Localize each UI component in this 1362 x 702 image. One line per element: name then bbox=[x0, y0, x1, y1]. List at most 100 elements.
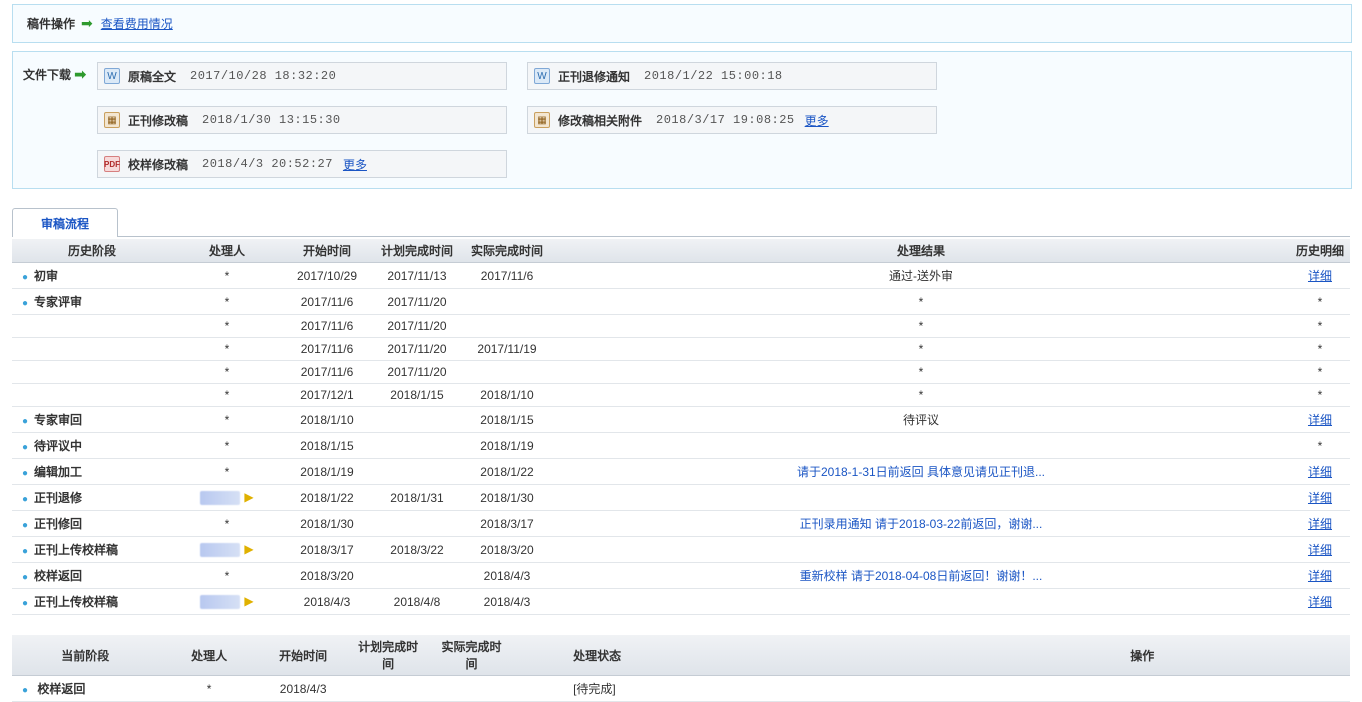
file-item[interactable]: W原稿全文2017/10/28 18:32:20 bbox=[97, 62, 507, 90]
detail-link[interactable]: 详细 bbox=[1308, 465, 1332, 479]
actual-cell: 2018/1/19 bbox=[462, 433, 552, 459]
table-row: *2017/11/62017/11/20** bbox=[12, 315, 1350, 338]
stage-label: 待评议中 bbox=[34, 439, 82, 453]
result-cell: * bbox=[552, 338, 1290, 361]
bullet-icon: ● bbox=[22, 298, 28, 309]
detail-cell: 详细 bbox=[1290, 589, 1350, 615]
detail-link[interactable]: 详细 bbox=[1308, 543, 1332, 557]
detail-cell: 详细 bbox=[1290, 511, 1350, 537]
start-cell: 2018/4/3 bbox=[282, 589, 372, 615]
plan-cell: 2017/11/20 bbox=[372, 315, 462, 338]
result-cell bbox=[552, 485, 1290, 511]
stage-label: 专家审回 bbox=[34, 413, 82, 427]
detail-cell: * bbox=[1290, 315, 1350, 338]
handler-cell: ▶ bbox=[172, 589, 282, 615]
word-file-icon: W bbox=[534, 68, 550, 84]
file-name: 修改稿相关附件 bbox=[558, 112, 642, 129]
file-more-link[interactable]: 更多 bbox=[805, 112, 829, 129]
th-cur-actual: 实际完成时间 bbox=[430, 635, 513, 676]
file-item[interactable]: PDF校样修改稿2018/4/3 20:52:27更多 bbox=[97, 150, 507, 178]
actual-cell bbox=[462, 315, 552, 338]
detail-cell: 详细 bbox=[1290, 485, 1350, 511]
handler-redacted bbox=[200, 543, 240, 557]
detail-cell: * bbox=[1290, 361, 1350, 384]
arrow-right-icon: ➡ bbox=[74, 66, 86, 82]
handler-cell: * bbox=[172, 511, 282, 537]
stage-label: 正刊修回 bbox=[34, 517, 82, 531]
table-row: *2017/11/62017/11/20** bbox=[12, 361, 1350, 384]
file-download-panel: 文件下载 ➡ W原稿全文2017/10/28 18:32:20▦正刊修改稿201… bbox=[12, 51, 1352, 189]
start-cell: 2018/1/22 bbox=[282, 485, 372, 511]
bullet-icon: ● bbox=[22, 442, 28, 453]
file-name: 校样修改稿 bbox=[128, 156, 188, 173]
play-icon[interactable]: ▶ bbox=[244, 542, 253, 556]
detail-link[interactable]: 详细 bbox=[1308, 595, 1332, 609]
start-cell: 2018/1/15 bbox=[282, 433, 372, 459]
play-icon[interactable]: ▶ bbox=[244, 490, 253, 504]
tab-review-process[interactable]: 审稿流程 bbox=[12, 208, 118, 237]
detail-link[interactable]: 详细 bbox=[1308, 269, 1332, 283]
table-row: ●正刊修回*2018/1/302018/3/17正刊录用通知 请于2018-03… bbox=[12, 511, 1350, 537]
plan-cell: 2018/1/31 bbox=[372, 485, 462, 511]
arrow-right-icon: ➡ bbox=[81, 15, 93, 32]
actual-cell: 2018/3/20 bbox=[462, 537, 552, 563]
result-cell bbox=[552, 433, 1290, 459]
start-cell: 2017/12/1 bbox=[282, 384, 372, 407]
table-row: ●校样返回*2018/3/202018/4/3重新校样 请于2018-04-08… bbox=[12, 563, 1350, 589]
handler-cell: * bbox=[172, 433, 282, 459]
result-link[interactable]: 正刊录用通知 请于2018-03-22前返回，谢谢... bbox=[800, 517, 1043, 531]
table-row: ●专家审回*2018/1/102018/1/15待评议详细 bbox=[12, 407, 1350, 433]
review-process-section: 审稿流程 历史阶段 处理人 开始时间 计划完成时间 实际完成时间 处理结果 历史… bbox=[12, 207, 1350, 702]
file-name: 正刊退修通知 bbox=[558, 68, 630, 85]
th-result: 处理结果 bbox=[552, 239, 1290, 263]
result-cell: 正刊录用通知 请于2018-03-22前返回，谢谢... bbox=[552, 511, 1290, 537]
handler-cell: * bbox=[172, 563, 282, 589]
detail-link[interactable]: 详细 bbox=[1308, 569, 1332, 583]
start-cell: 2017/10/29 bbox=[282, 263, 372, 289]
actual-cell bbox=[462, 361, 552, 384]
file-time: 2017/10/28 18:32:20 bbox=[190, 69, 336, 83]
result-link[interactable]: 重新校样 请于2018-04-08日前返回！谢谢！... bbox=[800, 569, 1043, 583]
current-table: 当前阶段 处理人 开始时间 计划完成时间 实际完成时间 处理状态 操作 ● 校样… bbox=[12, 635, 1350, 702]
plan-cell: 2017/11/20 bbox=[372, 338, 462, 361]
result-cell: * bbox=[552, 289, 1290, 315]
rar-file-icon: ▦ bbox=[534, 112, 550, 128]
actual-cell: 2018/1/10 bbox=[462, 384, 552, 407]
detail-link[interactable]: 详细 bbox=[1308, 517, 1332, 531]
start-cell: 2017/11/6 bbox=[282, 361, 372, 384]
detail-link[interactable]: 详细 bbox=[1308, 413, 1332, 427]
manuscript-ops-panel: 稿件操作 ➡ 查看费用情况 bbox=[12, 4, 1352, 43]
current-row: ● 校样返回 * 2018/4/3 [待完成] bbox=[12, 676, 1350, 702]
plan-cell bbox=[372, 459, 462, 485]
handler-cell: ▶ bbox=[172, 485, 282, 511]
stage-label: 初审 bbox=[34, 269, 58, 283]
file-more-link[interactable]: 更多 bbox=[343, 156, 367, 173]
stage-label: 校样返回 bbox=[34, 569, 82, 583]
file-item[interactable]: ▦正刊修改稿2018/1/30 13:15:30 bbox=[97, 106, 507, 134]
table-row: ●初审*2017/10/292017/11/132017/11/6通过-送外审详… bbox=[12, 263, 1350, 289]
detail-cell: * bbox=[1290, 289, 1350, 315]
handler-cell: * bbox=[172, 338, 282, 361]
handler-redacted bbox=[200, 595, 240, 609]
detail-link[interactable]: 详细 bbox=[1308, 491, 1332, 505]
result-link[interactable]: 请于2018-1-31日前返回 具体意见请见正刊退... bbox=[797, 465, 1045, 479]
table-row: ●正刊退修▶2018/1/222018/1/312018/1/30详细 bbox=[12, 485, 1350, 511]
detail-cell: 详细 bbox=[1290, 459, 1350, 485]
fee-link[interactable]: 查看费用情况 bbox=[101, 15, 173, 32]
detail-cell: 详细 bbox=[1290, 263, 1350, 289]
file-item[interactable]: W正刊退修通知2018/1/22 15:00:18 bbox=[527, 62, 937, 90]
start-cell: 2017/11/6 bbox=[282, 338, 372, 361]
detail-cell: 详细 bbox=[1290, 563, 1350, 589]
bullet-icon: ● bbox=[22, 272, 28, 283]
current-plan bbox=[347, 676, 430, 702]
th-cur-ops: 操作 bbox=[934, 635, 1350, 676]
detail-cell: * bbox=[1290, 433, 1350, 459]
table-row: ●待评议中*2018/1/152018/1/19* bbox=[12, 433, 1350, 459]
file-item[interactable]: ▦修改稿相关附件2018/3/17 19:08:25更多 bbox=[527, 106, 937, 134]
table-row: *2017/12/12018/1/152018/1/10** bbox=[12, 384, 1350, 407]
plan-cell: 2018/3/22 bbox=[372, 537, 462, 563]
stage-label: 正刊退修 bbox=[34, 491, 82, 505]
result-cell bbox=[552, 537, 1290, 563]
play-icon[interactable]: ▶ bbox=[244, 594, 253, 608]
stage-label: 编辑加工 bbox=[34, 465, 82, 479]
